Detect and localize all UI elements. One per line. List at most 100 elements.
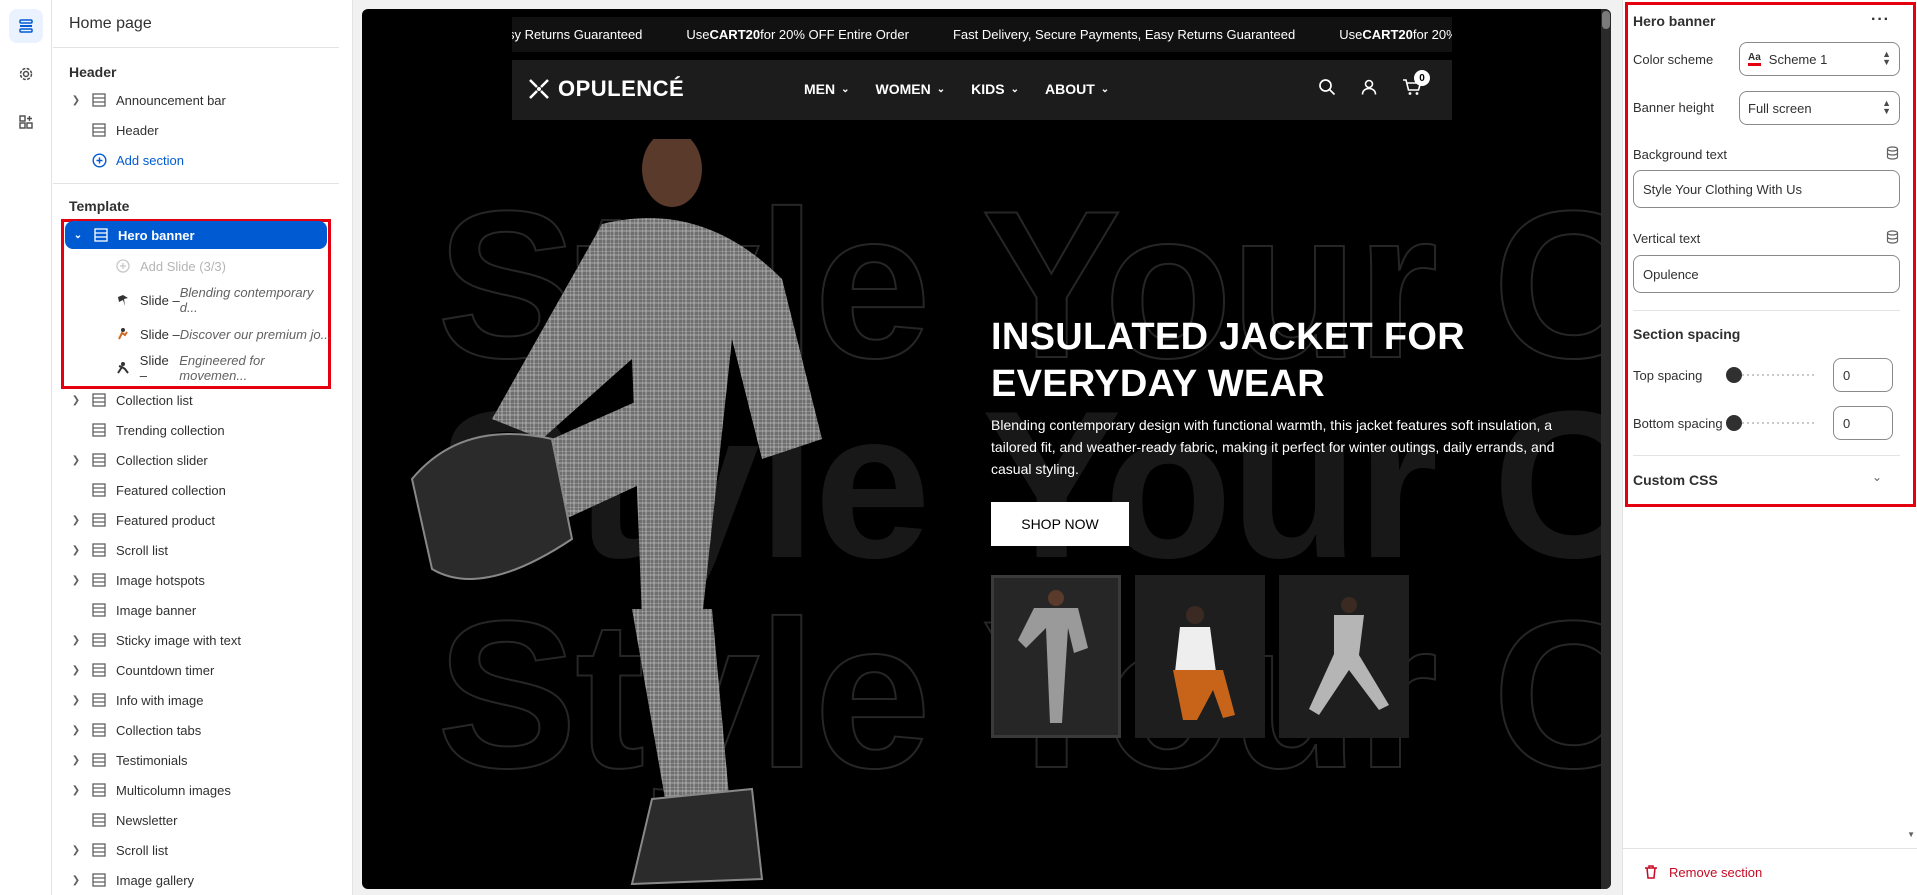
account-icon[interactable] [1360,78,1378,101]
bottom-spacing-slider[interactable] [1726,415,1817,431]
section-icon [91,122,107,138]
page-title: Home page [69,15,152,32]
menu-item-kids[interactable]: KIDS ⌄ [971,81,1019,97]
template-section-item[interactable]: ❯ Collection tabs [63,716,335,744]
template-section-item[interactable]: ❯ Scroll list [63,836,335,864]
template-section-item[interactable]: ❯ Collection list [63,386,335,414]
template-section-item[interactable]: ❯ Image gallery [63,866,335,894]
chevron-right-icon[interactable]: ❯ [69,635,83,646]
chevron-right-icon[interactable]: ❯ [69,395,83,406]
top-spacing-input[interactable]: 0 [1833,358,1893,392]
template-section-item[interactable]: ❯ Sticky image with text [63,626,335,654]
slide-item[interactable]: Slide – Engineered for movemen... [63,353,335,383]
section-label: Scroll list [116,842,169,858]
template-section-item[interactable]: ❯ Collection slider [63,446,335,474]
menu-item-men[interactable]: MEN ⌄ [804,81,850,97]
cart-count-badge: 0 [1414,70,1430,86]
chevron-right-icon[interactable]: ❯ [69,455,83,466]
settings-gear-icon[interactable] [9,57,43,91]
section-announcement-bar[interactable]: ❯ Announcement bar [63,86,335,114]
slider-handle[interactable] [1726,415,1742,431]
store-logo[interactable]: OPULENCÉ [526,76,684,102]
divider [53,183,339,184]
template-section-item[interactable]: Newsletter [63,806,335,834]
scroll-down-arrow[interactable]: ▼ [1907,830,1915,839]
add-section-button[interactable]: Add section [63,146,335,174]
section-icon [91,842,107,858]
chevron-right-icon[interactable]: ❯ [69,875,83,886]
chevron-right-icon[interactable]: ❯ [69,665,83,676]
custom-css-toggle[interactable]: Custom CSS [1633,472,1718,488]
shop-now-button[interactable]: SHOP NOW [991,502,1129,546]
preview-scrollbar[interactable] [1601,9,1611,889]
chevron-down-icon[interactable]: ⌄ [1872,470,1882,484]
template-section-item[interactable]: Image banner [63,596,335,624]
slide-thumbnail[interactable] [1135,575,1265,738]
menu-item-women[interactable]: WOMEN ⌄ [876,81,946,97]
remove-section-button[interactable]: Remove section [1643,864,1762,880]
color-scheme-label: Color scheme [1633,52,1714,67]
banner-height-select[interactable]: Full screen ▲ ▼ [1739,91,1900,125]
section-icon [91,92,107,108]
section-icon [91,632,107,648]
slide-prefix: Slide – [140,326,180,342]
dynamic-source-icon[interactable] [1886,230,1899,249]
more-options-icon[interactable]: ··· [1871,11,1890,29]
sections-panel: Home page Header ❯ Announcement bar Head… [53,0,399,895]
color-scheme-select[interactable]: Aa Scheme 1 ▲ ▼ [1739,42,1900,76]
chevron-right-icon[interactable]: ❯ [69,575,83,586]
chevron-right-icon[interactable]: ❯ [69,755,83,766]
slider-handle[interactable] [1726,367,1742,383]
chevron-right-icon[interactable]: ❯ [69,695,83,706]
main-menu: MEN ⌄ WOMEN ⌄ KIDS ⌄ ABOUT ⌄ [804,81,1135,97]
sections-icon[interactable] [9,9,43,43]
template-section-item[interactable]: ❯ Info with image [63,686,335,714]
slide-prefix: Slide – [139,292,180,308]
template-section-item[interactable]: ❯ Countdown timer [63,656,335,684]
chevron-right-icon[interactable]: ❯ [69,545,83,556]
apps-icon[interactable] [9,105,43,139]
hero-description: Blending contemporary design with functi… [991,417,1555,477]
chevron-down-icon[interactable]: ⌄ [71,230,85,241]
top-spacing-slider[interactable] [1726,367,1817,383]
section-hero-banner[interactable]: ⌄ Hero banner [65,221,327,249]
logo-mark-icon [529,79,549,99]
slide-thumbnail[interactable] [991,575,1121,738]
slide-thumbnail-icon [115,326,131,342]
chevron-down-icon: ⌄ [936,83,946,95]
add-slide-button[interactable]: Add Slide (3/3) [63,252,335,280]
slide-item[interactable]: Slide – Discover our premium jo... [63,320,335,348]
announcement-message: Use CART20 for 20% OFF E [1339,27,1452,42]
section-icon [93,227,109,243]
chevron-right-icon[interactable]: ❯ [69,785,83,796]
background-text-input[interactable]: Style Your Clothing With Us [1633,170,1900,208]
bottom-spacing-input[interactable]: 0 [1833,406,1893,440]
menu-item-about[interactable]: ABOUT ⌄ [1045,81,1109,97]
slide-item[interactable]: Slide – Blending contemporary d... [63,285,335,315]
chevron-right-icon[interactable]: ❯ [69,95,83,106]
template-section-item[interactable]: Trending collection [63,416,335,444]
select-arrows-icon: ▲ ▼ [1882,49,1891,67]
brand-name: OPULENCÉ [558,76,685,101]
template-section-item[interactable]: ❯ Image hotspots [63,566,335,594]
template-section-item[interactable]: ❯ Multicolumn images [63,776,335,804]
template-section-item[interactable]: ❯ Testimonials [63,746,335,774]
dynamic-source-icon[interactable] [1886,146,1899,165]
section-label: Hero banner [118,227,195,243]
slide-thumbnail[interactable] [1279,575,1409,738]
section-icon [91,872,107,888]
section-icon [91,542,107,558]
search-icon[interactable] [1318,78,1336,101]
template-section-item[interactable]: Featured collection [63,476,335,504]
template-section-item[interactable]: ❯ Scroll list [63,536,335,564]
template-section-item[interactable]: ❯ Featured product [63,506,335,534]
cart-icon[interactable]: 0 [1402,70,1430,101]
background-text-label: Background text [1633,147,1727,162]
chevron-right-icon[interactable]: ❯ [69,725,83,736]
vertical-text-input[interactable]: Opulence [1633,255,1900,293]
chevron-right-icon[interactable]: ❯ [69,845,83,856]
chevron-right-icon[interactable]: ❯ [69,515,83,526]
section-spacing-heading: Section spacing [1633,326,1741,342]
hero-heading: INSULATED JACKET FOR EVERYDAY WEAR [991,316,1465,405]
section-header[interactable]: Header [63,116,335,144]
